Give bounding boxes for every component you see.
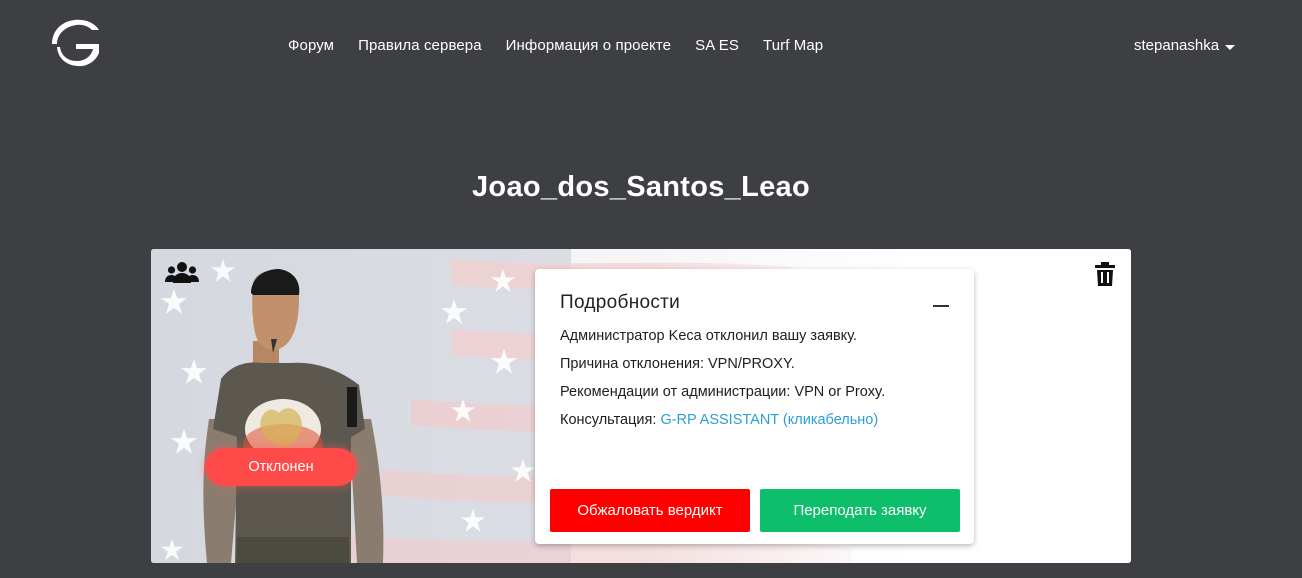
user-menu[interactable]: stepanashka (1134, 37, 1236, 55)
details-title: Подробности (560, 292, 681, 313)
trash-icon[interactable] (1095, 262, 1115, 286)
chevron-down-icon (1225, 45, 1236, 50)
application-card: Отклонен Подробности Администратор Keca … (151, 249, 1131, 563)
details-panel: Подробности Администратор Keca отклонил … (535, 269, 974, 544)
nav-forum-link[interactable]: Форум (288, 37, 334, 55)
status-badge: Отклонен (205, 448, 357, 486)
admin-recommendations: Рекомендации от администрации: VPN or Pr… (560, 384, 886, 400)
resubmit-application-button[interactable]: Переподать заявку (760, 489, 960, 532)
site-header: Форум Правила сервера Информация о проек… (0, 0, 1302, 92)
nav-server-rules-link[interactable]: Правила сервера (358, 37, 482, 55)
consultation-line: Консультация: G-RP ASSISTANT (кликабельн… (560, 406, 960, 434)
appeal-verdict-button[interactable]: Обжаловать вердикт (550, 489, 750, 532)
username: stepanashka (1134, 37, 1220, 54)
nav-sa-es-link[interactable]: SA ES (695, 37, 739, 55)
nav-project-info-link[interactable]: Информация о проекте (506, 37, 671, 55)
assistant-link[interactable]: G-RP ASSISTANT (кликабельно) (660, 412, 878, 428)
nav-turf-map-link[interactable]: Turf Map (763, 37, 823, 55)
rejection-reason: Причина отклонения: VPN/PROXY. (560, 356, 795, 372)
logo-icon[interactable] (42, 14, 102, 70)
details-text: Администратор Keca отклонил вашу заявку.… (560, 322, 960, 434)
group-icon[interactable] (165, 261, 199, 285)
page-title: Joao_dos_Santos_Leao (472, 171, 810, 203)
character-avatar (203, 269, 384, 563)
collapse-icon[interactable] (933, 305, 949, 307)
consultation-label: Консультация: (560, 412, 661, 428)
rejection-message: Администратор Keca отклонил вашу заявку. (560, 328, 858, 344)
main-nav: Форум Правила сервера Информация о проек… (288, 37, 823, 55)
